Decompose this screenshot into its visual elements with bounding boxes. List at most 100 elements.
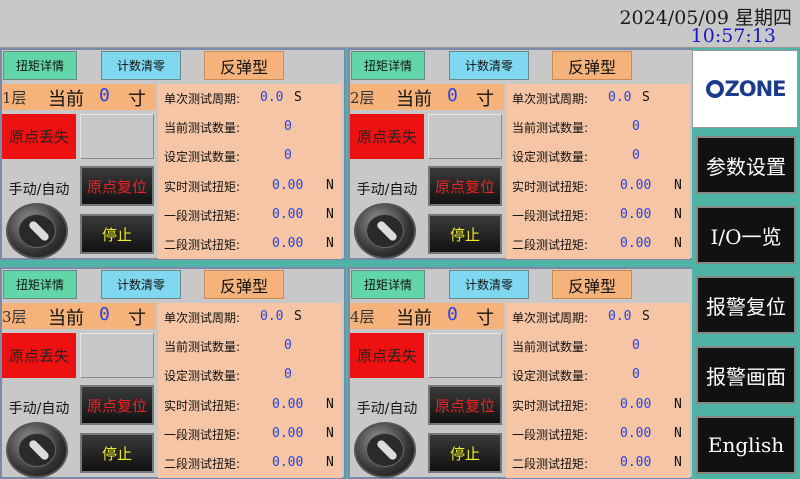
alarm-screen-button[interactable]: 报警画面 [696,346,796,404]
set-count-value[interactable]: 0 [632,148,640,163]
current-value: 0 [447,85,458,106]
current-label: 当前 [48,89,84,110]
set-count-row: 设定测试数量: 0 [512,367,640,383]
test-data-area: 单次测试周期: 0.0 S 当前测试数量: 0 设定测试数量: 0 实时测试扭矩: 0.0… [506,84,690,259]
layer-panel-4: 扭矩详情 计数清零 反弹型 4层 当前 0 寸 原点丢失 手动/自动 原点复位 … [348,267,694,479]
test-data-area: 单次测试周期: 0.0 S 当前测试数量: 0 设定测试数量: 0 实时测试扭矩: 0.0… [506,303,690,478]
layer-status: 2层 当前 0 寸 [350,84,504,110]
stop-button[interactable]: 停止 [80,214,154,254]
current-count-row: 当前测试数量: 0 [512,119,640,135]
status-box [428,114,502,159]
manual-auto-switch-icon[interactable] [6,203,68,259]
stage2-torque-value[interactable]: 0.00 [272,236,303,251]
stage1-torque-value[interactable]: 0.00 [620,426,651,441]
cycle-value: 0.0 [608,90,632,105]
time-display: 10:57:13 [690,25,776,47]
cycle-row: 单次测试周期: 0.0 S [164,309,302,325]
origin-lost-indicator: 原点丢失 [2,333,76,378]
status-box [80,333,154,378]
count-reset-button[interactable]: 计数清零 [101,51,181,80]
current-count-row: 当前测试数量: 0 [164,119,292,135]
inch-unit: 寸 [476,308,494,329]
origin-reset-button[interactable]: 原点复位 [80,385,154,425]
test-data-area: 单次测试周期: 0.0 S 当前测试数量: 0 设定测试数量: 0 实时测试扭矩: 0.0… [158,303,342,478]
torque-detail-button[interactable]: 扭矩详情 [3,51,77,80]
test-data-area: 单次测试周期: 0.0 S 当前测试数量: 0 设定测试数量: 0 实时测试扭矩: 0.0… [158,84,342,259]
realtime-torque-row: 实时测试扭矩: 0.00 N [512,397,682,413]
layer-panel-1: 扭矩详情 计数清零 反弹型 1层 当前 0 寸 原点丢失 手动/自动 原点复位 … [0,48,346,260]
alarm-reset-button[interactable]: 报警复位 [696,276,796,334]
manual-auto-switch-icon[interactable] [354,422,416,478]
stop-button[interactable]: 停止 [80,433,154,473]
current-value: 0 [99,85,110,106]
origin-lost-indicator: 原点丢失 [350,333,424,378]
origin-reset-button[interactable]: 原点复位 [80,166,154,206]
cycle-row: 单次测试周期: 0.0 S [512,309,650,325]
origin-reset-button[interactable]: 原点复位 [428,166,502,206]
count-reset-button[interactable]: 计数清零 [449,51,529,80]
stop-button[interactable]: 停止 [428,433,502,473]
stage1-torque-row: 一段测试扭矩: 0.00 N [164,426,334,442]
current-label: 当前 [396,89,432,110]
current-value: 0 [99,304,110,325]
rebound-type-label: 反弹型 [204,51,284,80]
set-count-value[interactable]: 0 [284,148,292,163]
stage2-torque-row: 二段测试扭矩: 0.00 N [512,236,682,252]
set-count-value[interactable]: 0 [284,367,292,382]
inch-unit: 寸 [476,89,494,110]
stop-button[interactable]: 停止 [428,214,502,254]
sidebar: ZONE 参数设置 I/O一览 报警复位 报警画面 English [692,48,800,479]
layer-status: 4层 当前 0 寸 [350,303,504,329]
io-overview-button[interactable]: I/O一览 [696,206,796,264]
realtime-torque-value: 0.00 [620,397,652,412]
stage1-torque-row: 一段测试扭矩: 0.00 N [512,426,682,442]
stage1-torque-value[interactable]: 0.00 [272,207,303,222]
stage2-torque-value[interactable]: 0.00 [272,455,303,470]
parameter-settings-button[interactable]: 参数设置 [696,136,796,194]
stage1-torque-value[interactable]: 0.00 [620,207,651,222]
manual-auto-switch-icon[interactable] [6,422,68,478]
count-reset-button[interactable]: 计数清零 [101,270,181,299]
stage1-torque-value[interactable]: 0.00 [272,426,303,441]
manual-auto-label: 手动/自动 [8,182,70,198]
layer-status: 3层 当前 0 寸 [2,303,156,329]
current-count-value: 0 [284,338,292,353]
cycle-value: 0.0 [260,90,284,105]
torque-detail-button[interactable]: 扭矩详情 [3,270,77,299]
top-bar: 2024/05/09 星期四 10:57:13 [0,0,800,48]
stage2-torque-value[interactable]: 0.00 [620,236,651,251]
logo-ring-icon [705,80,724,98]
current-count-value: 0 [284,119,292,134]
status-box [80,114,154,159]
origin-lost-indicator: 原点丢失 [350,114,424,159]
stage2-torque-row: 二段测试扭矩: 0.00 N [512,455,682,471]
realtime-torque-row: 实时测试扭矩: 0.00 N [512,178,682,194]
inch-unit: 寸 [128,308,146,329]
count-reset-button[interactable]: 计数清零 [449,270,529,299]
stage2-torque-row: 二段测试扭矩: 0.00 N [164,455,334,471]
stage2-torque-value[interactable]: 0.00 [620,455,651,470]
manual-auto-label: 手动/自动 [356,182,418,198]
manual-auto-switch-icon[interactable] [354,203,416,259]
company-logo: ZONE [692,50,798,128]
layer-number: 2层 [350,89,375,107]
status-box [428,333,502,378]
set-count-value[interactable]: 0 [632,367,640,382]
stage1-torque-row: 一段测试扭矩: 0.00 N [512,207,682,223]
realtime-torque-value: 0.00 [272,397,304,412]
set-count-row: 设定测试数量: 0 [164,148,292,164]
origin-reset-button[interactable]: 原点复位 [428,385,502,425]
english-language-button[interactable]: English [696,416,796,474]
layer-number: 4层 [350,308,375,326]
set-count-row: 设定测试数量: 0 [164,367,292,383]
cycle-value: 0.0 [260,309,284,324]
layer-number: 3层 [2,308,27,326]
layer-status: 1层 当前 0 寸 [2,84,156,110]
current-value: 0 [447,304,458,325]
torque-detail-button[interactable]: 扭矩详情 [351,270,425,299]
inch-unit: 寸 [128,89,146,110]
manual-auto-label: 手动/自动 [8,401,70,417]
layer-number: 1层 [2,89,27,107]
current-count-value: 0 [632,119,640,134]
torque-detail-button[interactable]: 扭矩详情 [351,51,425,80]
